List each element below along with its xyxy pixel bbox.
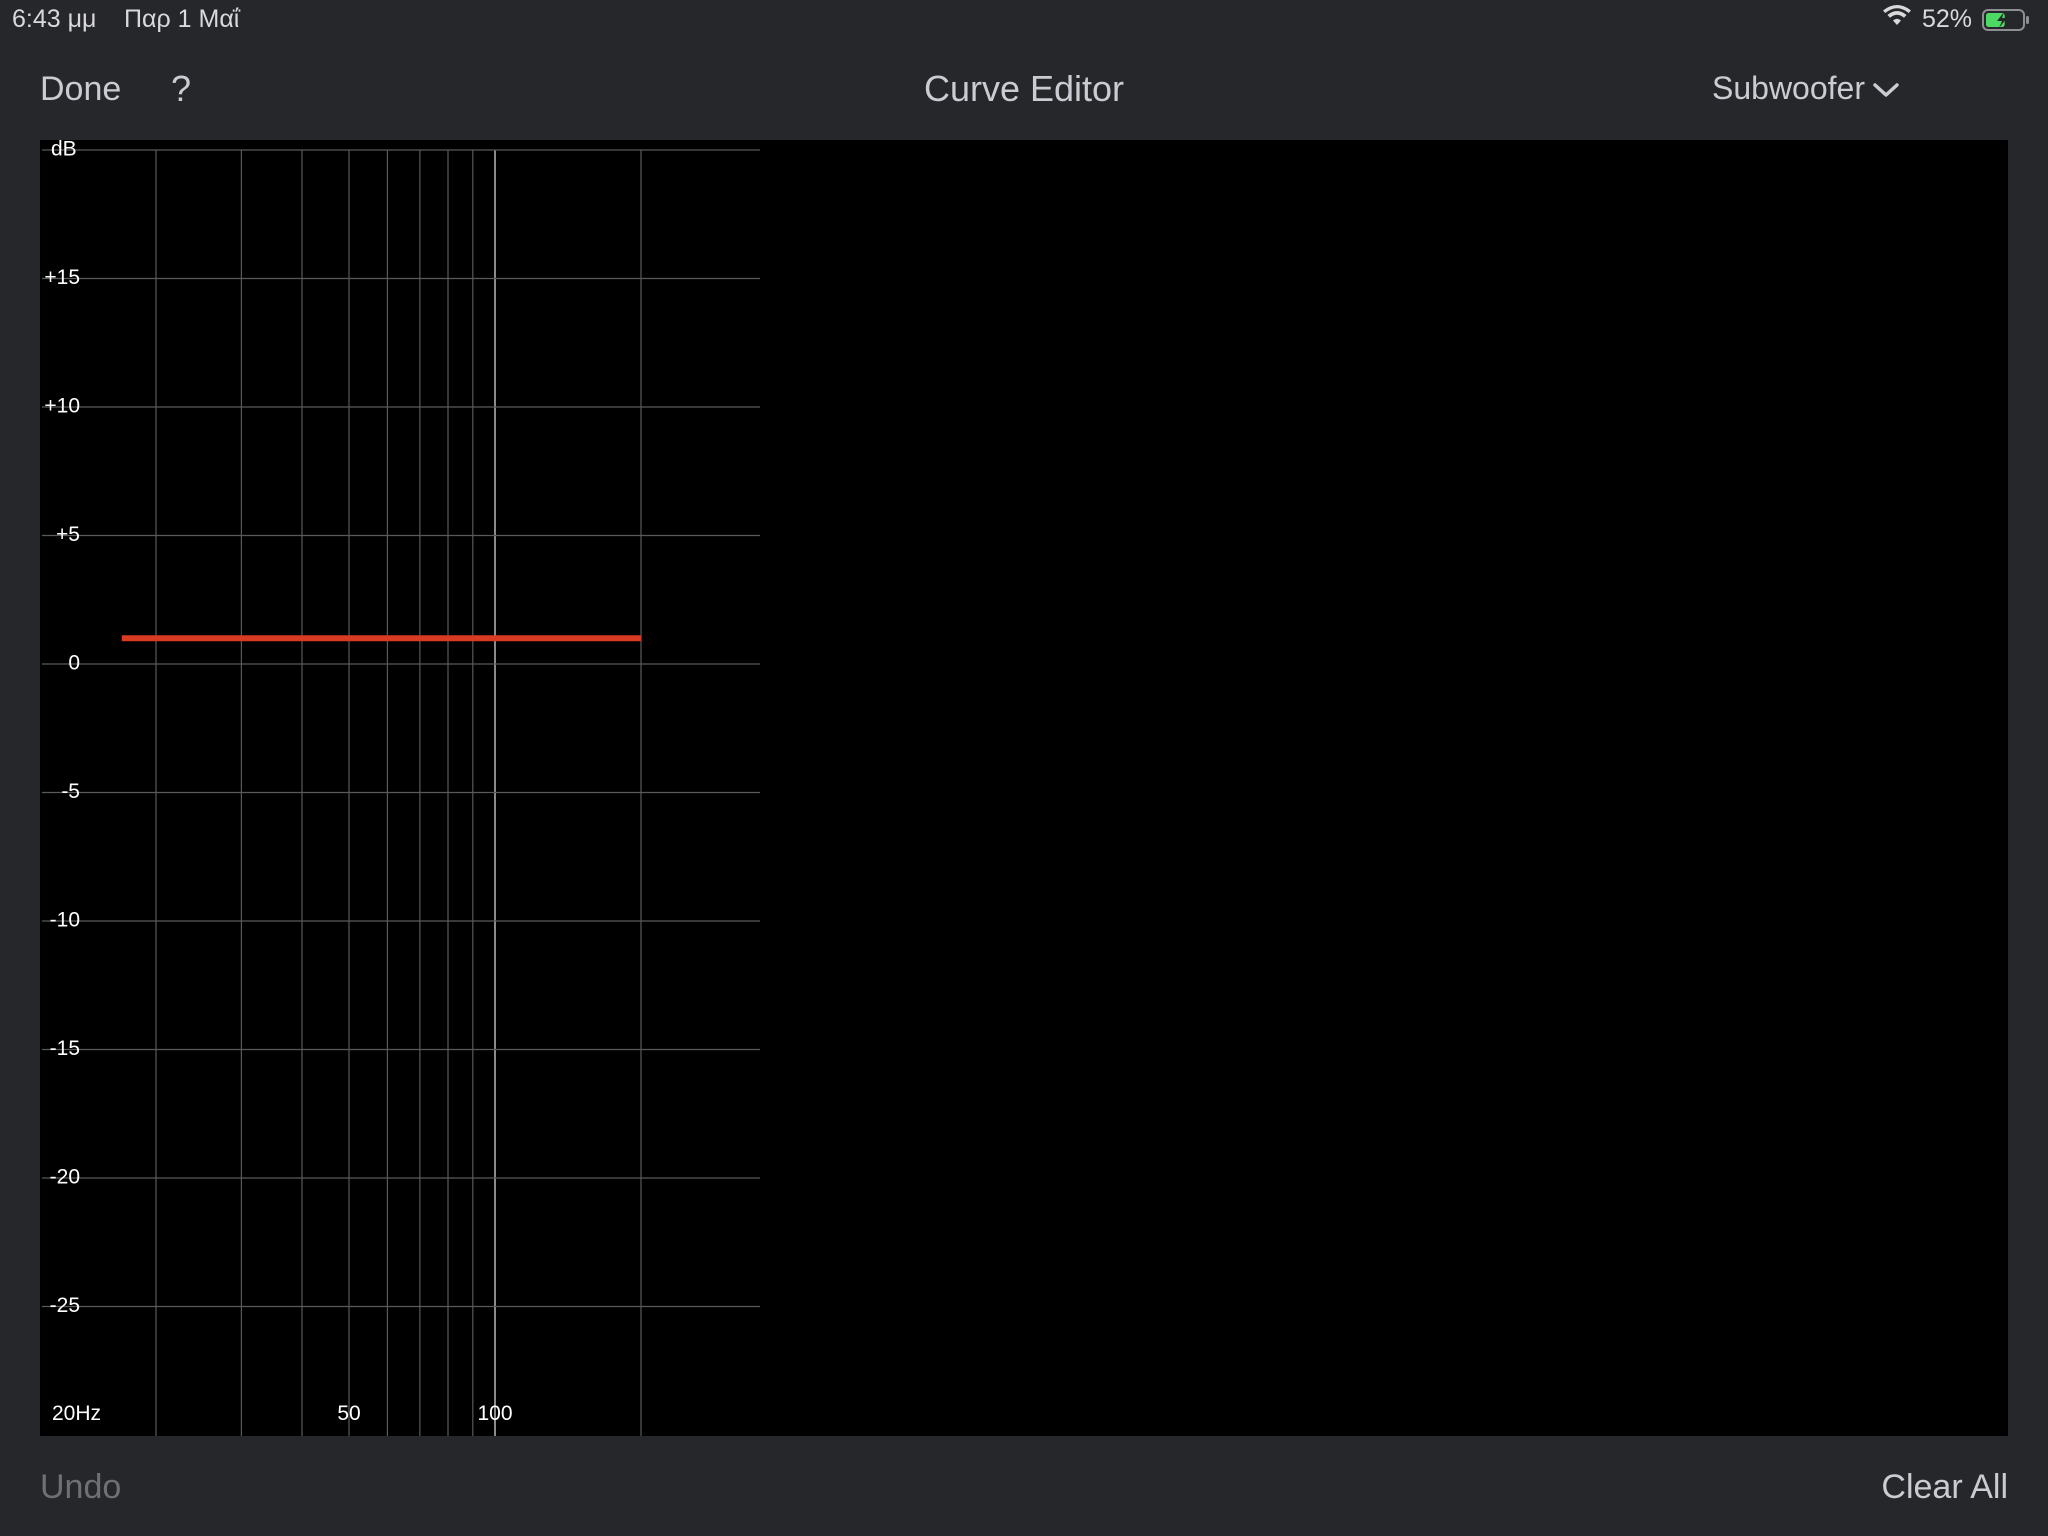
y-tick-label: +5 bbox=[56, 523, 80, 546]
clear-all-button[interactable]: Clear All bbox=[1881, 1468, 2008, 1507]
battery-percent: 52% bbox=[1921, 5, 1972, 33]
y-tick-label: -5 bbox=[61, 780, 80, 803]
y-tick-label: -20 bbox=[50, 1166, 80, 1189]
undo-button[interactable]: Undo bbox=[40, 1468, 121, 1507]
y-tick-label: -10 bbox=[50, 909, 80, 932]
bottom-toolbar: Undo Clear All bbox=[0, 1436, 2048, 1536]
y-tick-label: 0 bbox=[68, 652, 80, 675]
navigation-bar: Done ? Curve Editor Subwoofer bbox=[0, 40, 2048, 140]
y-tick-label: -25 bbox=[50, 1294, 80, 1317]
x-tick-label: 100 bbox=[477, 1402, 512, 1425]
wifi-icon bbox=[1882, 5, 1912, 34]
axis-labels: dB +15 +10 +5 0 -5 -10 -15 -20 -25 20Hz 50 100 bbox=[44, 140, 512, 1425]
y-tick-label: -15 bbox=[50, 1037, 80, 1060]
curve-editor-canvas[interactable]: dB +15 +10 +5 0 -5 -10 -15 -20 -25 20Hz 50 100 bbox=[40, 140, 2008, 1436]
horizontal-gridlines bbox=[42, 149, 760, 1308]
battery-charging-icon bbox=[1982, 8, 2030, 31]
y-unit-label: dB bbox=[51, 140, 77, 161]
y-tick-label: +15 bbox=[44, 266, 80, 289]
speaker-selector[interactable]: Subwoofer bbox=[1712, 70, 1899, 107]
page-title: Curve Editor bbox=[923, 68, 1125, 109]
help-button[interactable]: ? bbox=[171, 68, 191, 110]
status-date: Παρ 1 Μαΐ bbox=[124, 5, 240, 33]
x-tick-label: 20Hz bbox=[52, 1402, 101, 1425]
y-tick-label: +10 bbox=[44, 395, 80, 418]
speaker-selector-label: Subwoofer bbox=[1712, 70, 1865, 106]
status-indicators: 52% bbox=[1882, 5, 2030, 34]
status-time: 6:43 μμ bbox=[12, 5, 97, 33]
eq-curve-chart[interactable]: dB +15 +10 +5 0 -5 -10 -15 -20 -25 20Hz 50 100 bbox=[40, 140, 2008, 1436]
chevron-down-icon bbox=[1873, 70, 1899, 107]
status-bar: 6:43 μμ Παρ 1 Μαΐ 52% bbox=[0, 0, 2048, 40]
x-tick-label: 50 bbox=[337, 1402, 360, 1425]
done-button[interactable]: Done bbox=[40, 70, 121, 109]
